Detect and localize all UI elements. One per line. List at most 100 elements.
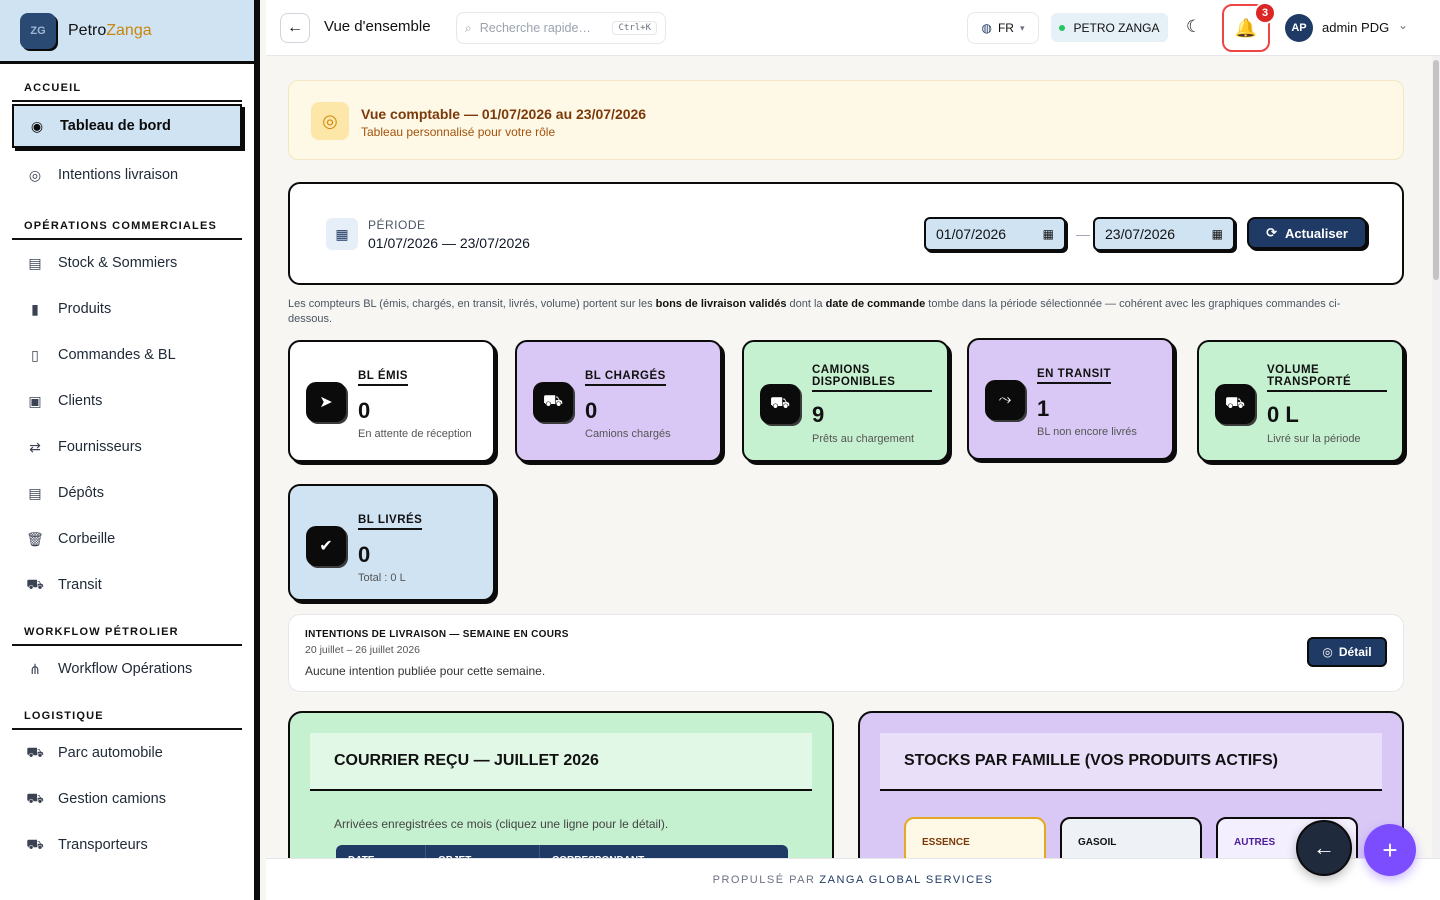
notifications-button[interactable]: 🔔 3 (1222, 2, 1276, 52)
scrollbar-thumb[interactable] (1433, 60, 1439, 280)
kpi-sub: Total : 0 L (358, 572, 406, 584)
page-title: Vue d'ensemble (324, 18, 431, 35)
file-icon: ▯ (31, 346, 39, 363)
theme-toggle-moon-icon[interactable]: ☾ (1186, 17, 1201, 37)
truck-icon: ⛟ (26, 743, 44, 760)
back-button[interactable]: ← (280, 13, 310, 43)
kpi-card-camions-disponibles[interactable]: ⛟ CAMIONS DISPONIBLES 9 Prêts au chargem… (742, 340, 949, 462)
kpi-label: CAMIONS DISPONIBLES (812, 364, 932, 392)
status-dot (1059, 24, 1066, 31)
topbar: ← Vue d'ensemble ⌕ Recherche rapide… Ctr… (266, 0, 1440, 56)
arrow-left-icon: ← (287, 19, 303, 36)
sidebar-item-label: Tableau de bord (60, 118, 171, 134)
coins-icon: ◎ (311, 102, 349, 140)
footer-powered-by: PROPULSÉ PAR (712, 873, 816, 886)
kpi-value: 0 (358, 398, 371, 423)
calendar-icon: ▦ (326, 218, 358, 250)
detail-button[interactable]: ◎ Détail (1307, 637, 1387, 667)
kpi-sub: En attente de réception (358, 428, 472, 440)
refresh-label: Actualiser (1285, 225, 1348, 241)
avatar[interactable]: AP (1285, 14, 1313, 42)
floating-back-button[interactable]: ← (1296, 820, 1352, 876)
kpi-value: 0 (358, 542, 371, 567)
family-card-gasoil[interactable]: GASOIL (1060, 817, 1202, 858)
footer-company: ZANGA GLOBAL SERVICES (819, 873, 994, 886)
truck-loading-icon: ⛟ (533, 382, 573, 422)
sidebar-item-tableau-de-bord[interactable]: ◉ Tableau de bord (12, 104, 242, 148)
kpi-card-volume-transporte[interactable]: ⛟ VOLUME TRANSPORTÉ 0 L Livré sur la pér… (1197, 340, 1404, 462)
sidebar-item-label: Stock & Sommiers (58, 255, 178, 271)
date-separator: — (1076, 226, 1090, 242)
period-value: 01/07/2026 — 23/07/2026 (368, 235, 530, 251)
company-badge[interactable]: PETRO ZANGA (1051, 13, 1168, 42)
search-icon: ⌕ (465, 20, 472, 35)
search-shortcut: Ctrl+K (612, 21, 657, 35)
sidebar-item-corbeille[interactable]: 🗑 Corbeille (12, 516, 242, 562)
brand-header[interactable]: ZG PetroZanga (0, 0, 254, 64)
contact-card-icon: ▣ (28, 392, 42, 409)
truck-loading-icon: ⛟ (26, 789, 44, 806)
sidebar-item-depots[interactable]: ▤ Dépôts (12, 470, 242, 516)
kpi-label: VOLUME TRANSPORTÉ (1267, 364, 1387, 392)
target-icon: ◎ (1322, 645, 1333, 659)
mail-card-title: COURRIER REÇU — JUILLET 2026 (310, 733, 812, 791)
sidebar-item-label: Corbeille (58, 531, 116, 547)
kpi-label: EN TRANSIT (1037, 368, 1111, 384)
bell-icon: 🔔 (1234, 17, 1258, 38)
period-label: PÉRIODE (368, 218, 426, 232)
kpi-value: 1 (1037, 396, 1050, 421)
sidebar-item-label: Dépôts (58, 485, 104, 501)
footer: PROPULSÉ PAR ZANGA GLOBAL SERVICES (266, 858, 1440, 900)
truck-icon: ⛟ (26, 575, 44, 592)
sidebar-item-workflow[interactable]: ⋔ Workflow Opérations (12, 646, 242, 692)
detail-label: Détail (1338, 645, 1372, 659)
section-title-logistique: LOGISTIQUE (12, 710, 242, 730)
column-header: DATE (336, 845, 426, 858)
user-name[interactable]: admin PDG (1322, 20, 1389, 35)
box-icon: ▮ (31, 300, 39, 317)
refresh-icon: ⟳ (1266, 225, 1278, 240)
sidebar-item-gestion-camions[interactable]: ⛟ Gestion camions (12, 776, 242, 822)
note-text: dont la (786, 298, 826, 310)
search-placeholder: Recherche rapide… (479, 21, 591, 35)
banner-title: Vue comptable — 01/07/2026 au 23/07/2026 (361, 106, 647, 122)
truck-icon: ⛟ (760, 384, 800, 424)
language-selector[interactable]: ◍ FR ▾ (967, 12, 1039, 44)
sidebar-item-transporteurs[interactable]: ⛟ Transporteurs (12, 822, 242, 868)
sidebar-item-commandes[interactable]: ▯ Commandes & BL (12, 332, 242, 378)
sidebar-item-label: Intentions livraison (58, 167, 179, 183)
search-input[interactable]: ⌕ Recherche rapide… Ctrl+K (456, 12, 666, 44)
warehouse-icon: ▤ (28, 254, 42, 271)
brand-name-part1: Petro (68, 21, 107, 39)
intentions-dates: 20 juillet – 26 juillet 2026 (305, 644, 420, 656)
column-header: OBJET (426, 845, 540, 858)
handshake-icon: ⇄ (29, 438, 41, 455)
sidebar-item-stock[interactable]: ▤ Stock & Sommiers (12, 240, 242, 286)
sidebar-item-produits[interactable]: ▮ Produits (12, 286, 242, 332)
intentions-empty: Aucune intention publiée pour cette sema… (305, 664, 546, 678)
sidebar-item-label: Clients (58, 393, 103, 409)
company-name: PETRO ZANGA (1073, 20, 1160, 35)
date-to-input[interactable]: 23/07/2026 ▦ (1093, 217, 1235, 251)
date-from-input[interactable]: 01/07/2026 ▦ (924, 217, 1066, 251)
mail-table-header: DATE OBJET CORRESPONDANT (336, 845, 788, 858)
sidebar-item-fournisseurs[interactable]: ⇄ Fournisseurs (12, 424, 242, 470)
target-icon: ◎ (28, 166, 42, 183)
sidebar-item-clients[interactable]: ▣ Clients (12, 378, 242, 424)
chevron-down-icon[interactable]: ⌄ (1398, 18, 1408, 32)
refresh-button[interactable]: ⟳ Actualiser (1247, 217, 1367, 249)
sidebar-item-parc[interactable]: ⛟ Parc automobile (12, 730, 242, 776)
kpi-card-en-transit[interactable]: ⤳ EN TRANSIT 1 BL non encore livrés (967, 338, 1174, 460)
kpi-card-bl-livres[interactable]: ✔ BL LIVRÉS 0 Total : 0 L (288, 484, 495, 601)
kpi-value: 9 (812, 402, 825, 427)
kpi-card-bl-charges[interactable]: ⛟ BL CHARGÉS 0 Camions chargés (515, 340, 722, 462)
sidebar-item-transit[interactable]: ⛟ Transit (12, 562, 242, 608)
sidebar-item-intentions-livraison[interactable]: ◎ Intentions livraison (12, 152, 242, 198)
kpi-card-bl-emis[interactable]: ➤ BL ÉMIS 0 En attente de réception (288, 340, 495, 462)
family-card-essence[interactable]: ESSENCE (904, 817, 1046, 858)
floating-add-button[interactable]: + (1364, 824, 1416, 876)
sidebar-item-label: Produits (58, 301, 112, 317)
note-bold: bons de livraison validés (655, 298, 787, 310)
sidebar-item-label: Transporteurs (58, 837, 148, 853)
date-from-value: 01/07/2026 (936, 226, 1007, 242)
